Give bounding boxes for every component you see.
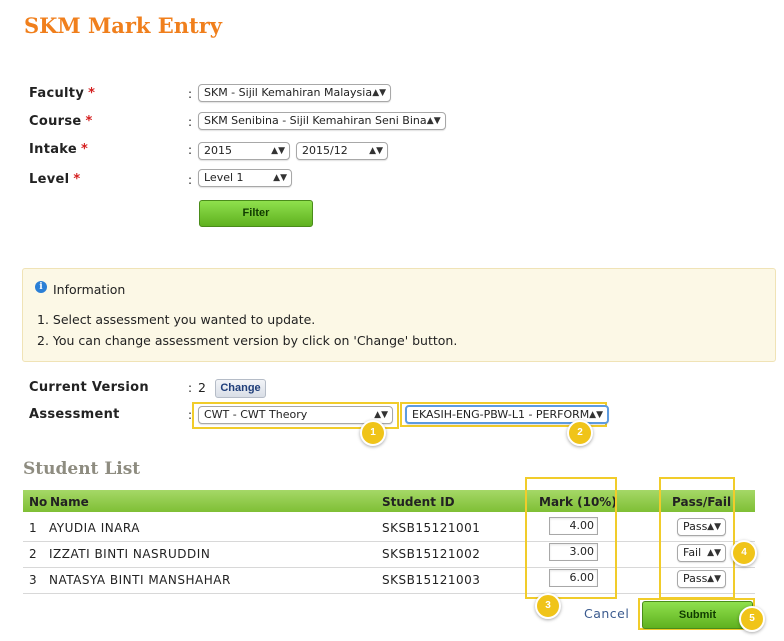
select-arrows-icon: ▲▼: [369, 146, 383, 156]
select-arrows-icon: ▲▼: [589, 410, 603, 420]
colon: :: [188, 87, 193, 101]
assessment-code-value: EKASIH-ENG-PBW-L1 - PERFORM: [412, 408, 590, 421]
intake-session-value: 2015/12: [302, 144, 348, 157]
student-name: NATASYA BINTI MANSHAHAR: [49, 573, 231, 587]
colon: :: [188, 115, 193, 129]
intake-label: Intake *: [29, 142, 88, 157]
level-select[interactable]: Level 1 ▲▼: [198, 169, 292, 187]
level-label-text: Level: [29, 172, 70, 187]
callout-badge-5: 5: [739, 606, 765, 632]
student-id: SKSB15121002: [382, 547, 481, 561]
callout-badge-3: 3: [535, 593, 561, 619]
information-title: Information: [53, 282, 126, 297]
highlight-box: [659, 477, 735, 599]
highlight-box: [525, 477, 617, 599]
page-title: SKM Mark Entry: [24, 13, 222, 38]
colon: :: [188, 143, 193, 157]
callout-badge-2: 2: [567, 420, 593, 446]
level-label: Level *: [29, 172, 80, 187]
row-divider: [23, 567, 755, 568]
information-item: 1. Select assessment you wanted to updat…: [37, 312, 316, 327]
select-arrows-icon: ▲▼: [273, 173, 287, 183]
level-select-value: Level 1: [204, 171, 244, 184]
intake-session-select[interactable]: 2015/12 ▲▼: [296, 142, 388, 160]
column-header-name: Name: [50, 495, 89, 509]
row-no: 2: [29, 547, 38, 561]
student-name: AYUDIA INARA: [49, 521, 140, 535]
information-item: 2. You can change assessment version by …: [37, 333, 458, 348]
required-marker: *: [73, 172, 81, 187]
row-divider: [23, 593, 755, 594]
change-version-button[interactable]: Change: [215, 379, 266, 398]
select-arrows-icon: ▲▼: [426, 116, 441, 126]
colon: :: [188, 173, 193, 187]
current-version-label: Current Version: [29, 380, 149, 395]
required-marker: *: [88, 86, 96, 101]
select-arrows-icon: ▲▼: [372, 88, 387, 98]
select-arrows-icon: ▲▼: [271, 146, 285, 156]
course-label-text: Course: [29, 114, 82, 129]
intake-year-value: 2015: [204, 144, 232, 157]
intake-label-text: Intake: [29, 142, 77, 157]
current-version-value: 2: [198, 380, 206, 395]
student-list-title: Student List: [23, 459, 141, 479]
callout-badge-1: 1: [360, 420, 386, 446]
submit-button[interactable]: Submit: [642, 601, 753, 629]
row-divider: [23, 541, 755, 542]
course-select[interactable]: SKM Senibina - Sijil Kemahiran Seni Bina…: [198, 112, 446, 130]
faculty-label-text: Faculty: [29, 86, 85, 101]
student-id: SKSB15121001: [382, 521, 481, 535]
filter-button[interactable]: Filter: [199, 200, 313, 227]
row-no: 3: [29, 573, 38, 587]
callout-badge-4: 4: [731, 540, 757, 566]
faculty-label: Faculty *: [29, 86, 95, 101]
faculty-select[interactable]: SKM - Sijil Kemahiran Malaysia ▲▼: [198, 84, 392, 102]
row-no: 1: [29, 521, 38, 535]
info-icon: i: [35, 281, 47, 293]
column-header-student-id: Student ID: [382, 495, 455, 509]
colon: :: [188, 381, 193, 395]
assessment-label: Assessment: [29, 407, 120, 422]
intake-year-select[interactable]: 2015 ▲▼: [198, 142, 290, 160]
student-id: SKSB15121003: [382, 573, 481, 587]
column-header-no: No: [29, 495, 48, 509]
faculty-select-value: SKM - Sijil Kemahiran Malaysia: [204, 86, 373, 99]
course-label: Course *: [29, 114, 93, 129]
required-marker: *: [85, 114, 93, 129]
student-name: IZZATI BINTI NASRUDDIN: [49, 547, 211, 561]
course-select-value: SKM Senibina - Sijil Kemahiran Seni Bina: [204, 114, 427, 127]
assessment-type-select[interactable]: CWT - CWT Theory ▲▼: [198, 406, 393, 424]
required-marker: *: [81, 142, 89, 157]
assessment-type-value: CWT - CWT Theory: [204, 408, 308, 421]
cancel-link[interactable]: Cancel: [584, 606, 629, 621]
